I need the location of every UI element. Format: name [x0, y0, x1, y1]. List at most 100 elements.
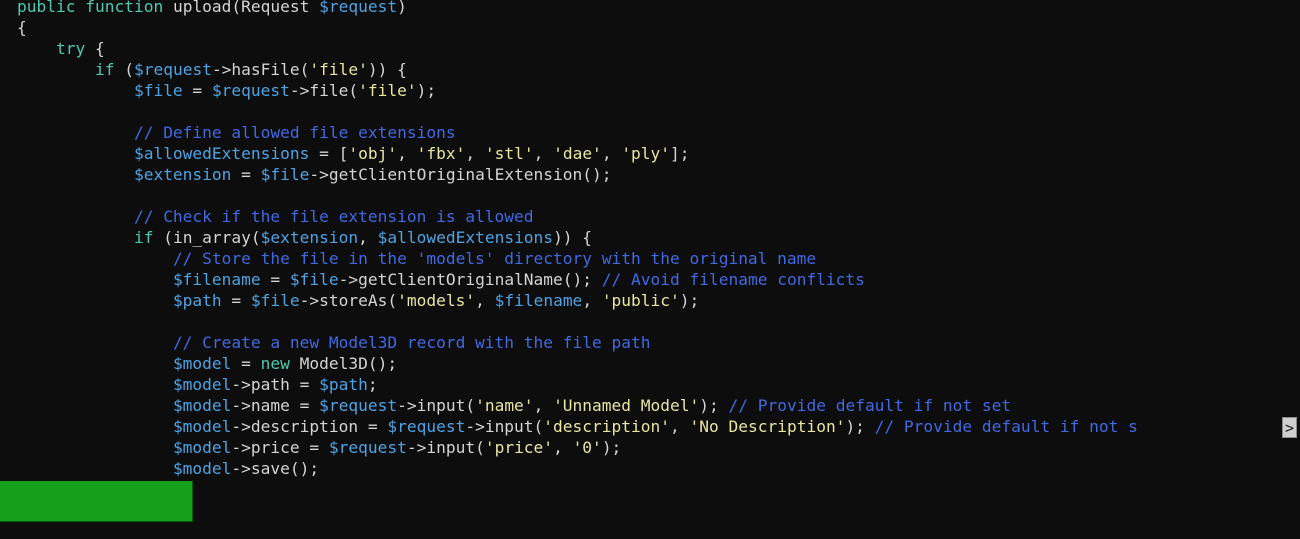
code-token-pln	[17, 417, 173, 436]
line-overflow-cursor-icon: >	[1282, 417, 1297, 438]
code-token-var: $file	[250, 291, 300, 310]
code-token-pln: )	[397, 0, 407, 16]
code-token-var: $path	[319, 375, 368, 394]
code-token-pln: );	[679, 291, 700, 310]
code-token-pln	[17, 270, 173, 289]
code-line[interactable]: $extension = $file->getClientOriginalExt…	[0, 164, 1300, 185]
code-token-com: // Provide default if not set	[728, 396, 1012, 415]
code-token-pln: ,	[533, 396, 554, 415]
code-token-var: $request	[319, 396, 398, 415]
code-token-var: $model	[172, 396, 232, 415]
code-editor-screen: public function upload(Request $request)…	[0, 0, 1300, 539]
code-token-pln: ,	[553, 438, 573, 457]
code-token-kw: public	[17, 0, 76, 16]
code-token-pln: ->save();	[231, 459, 320, 478]
code-token-pln: ->getClientOriginalExtension();	[309, 165, 612, 184]
code-line[interactable]	[0, 101, 1300, 122]
code-token-pln: =	[260, 270, 290, 289]
code-surface[interactable]: public function upload(Request $request)…	[0, 0, 1300, 535]
code-token-pln: ,	[358, 228, 378, 247]
code-token-pln: ->price =	[231, 438, 329, 457]
code-token-kw: new	[260, 354, 290, 373]
code-line[interactable]: $model->save();	[0, 458, 1300, 479]
code-token-pln: ->getClientOriginalName();	[338, 270, 602, 289]
code-token-pln: ,	[465, 144, 485, 163]
code-line[interactable]: $model->description = $request->input('d…	[0, 416, 1300, 437]
code-token-pln: =	[221, 291, 251, 310]
code-token-com: // Create a new Model3D record with the …	[172, 333, 651, 352]
code-line[interactable]	[0, 500, 1300, 521]
code-token-str: 'models'	[397, 291, 476, 310]
code-token-str: 'stl'	[484, 144, 534, 163]
code-token-var: $request	[328, 438, 407, 457]
code-token-var: $extension	[133, 165, 232, 184]
code-token-pln: ,	[582, 291, 602, 310]
code-token-pln	[17, 207, 134, 226]
code-line[interactable]: // Define allowed file extensions	[0, 122, 1300, 143]
green-highlight-block[interactable]	[0, 481, 193, 522]
code-token-kw: function	[85, 0, 164, 16]
code-line[interactable]: $model = new Model3D();	[0, 353, 1300, 374]
code-line[interactable]: $model->name = $request->input('name', '…	[0, 395, 1300, 416]
code-line[interactable]: {	[0, 17, 1300, 38]
code-token-var: $request	[133, 60, 212, 79]
code-line[interactable]: // Check if the file extension is allowe…	[0, 206, 1300, 227]
code-line[interactable]: $filename = $file->getClientOriginalName…	[0, 269, 1300, 290]
code-token-pln	[17, 60, 95, 79]
code-line[interactable]: try {	[0, 38, 1300, 59]
code-token-pln: );	[845, 417, 875, 436]
code-token-pln	[17, 81, 134, 100]
code-token-pln: ,	[475, 291, 495, 310]
code-token-var: $model	[172, 354, 232, 373]
code-token-var: $request	[319, 0, 398, 16]
code-token-var: $file	[289, 270, 339, 289]
code-token-pln: (	[114, 60, 134, 79]
code-token-pln: ,	[670, 417, 690, 436]
code-token-pln: upload(Request	[163, 0, 320, 16]
code-token-pln: ,	[601, 144, 622, 163]
code-token-str: 'Unnamed Model'	[553, 396, 700, 415]
code-token-str: 'price'	[484, 438, 554, 457]
code-token-com: // Check if the file extension is allowe…	[133, 207, 534, 226]
code-line[interactable]: if (in_array($extension, $allowedExtensi…	[0, 227, 1300, 248]
code-token-pln: ->input(	[406, 438, 485, 457]
code-token-pln	[17, 123, 134, 142]
code-line[interactable]: $model->path = $path;	[0, 374, 1300, 395]
code-token-var: $model	[172, 438, 232, 457]
code-line[interactable]: // Store the file in the 'models' direct…	[0, 248, 1300, 269]
code-token-str: 'fbx'	[416, 144, 466, 163]
code-token-var: $allowedExtensions	[133, 144, 310, 163]
code-token-str: 'ply'	[621, 144, 671, 163]
code-line[interactable]: $model->price = $request->input('price',…	[0, 437, 1300, 458]
code-token-var: $request	[211, 81, 290, 100]
code-line[interactable]: if ($request->hasFile('file')) {	[0, 59, 1300, 80]
code-token-pln: {	[85, 39, 105, 58]
code-token-var: $file	[133, 81, 183, 100]
code-token-pln: ->file(	[289, 81, 359, 100]
code-token-pln: ->storeAs(	[299, 291, 398, 310]
code-line[interactable]: public function upload(Request $request)	[0, 0, 1300, 17]
code-token-pln	[17, 39, 56, 58]
code-line[interactable]	[0, 479, 1300, 500]
code-line[interactable]: $file = $request->file('file');	[0, 80, 1300, 101]
code-token-var: $path	[172, 291, 222, 310]
code-token-kw: if	[94, 60, 115, 79]
code-token-pln	[17, 396, 173, 415]
code-token-kw: if	[133, 228, 154, 247]
code-token-str: 'file'	[358, 81, 417, 100]
code-line[interactable]	[0, 311, 1300, 332]
code-token-str: 'name'	[475, 396, 534, 415]
code-token-var: $extension	[260, 228, 359, 247]
code-line[interactable]: // Create a new Model3D record with the …	[0, 332, 1300, 353]
code-line[interactable]: $allowedExtensions = ['obj', 'fbx', 'stl…	[0, 143, 1300, 164]
code-token-pln: ];	[670, 144, 690, 163]
code-token-pln: ->hasFile(	[211, 60, 310, 79]
code-token-str: 'No Description'	[689, 417, 846, 436]
code-token-pln: )) {	[553, 228, 593, 247]
code-token-pln: ->description =	[231, 417, 388, 436]
code-line[interactable]: $path = $file->storeAs('models', $filena…	[0, 290, 1300, 311]
code-token-pln: ->name =	[231, 396, 320, 415]
code-token-pln	[17, 165, 134, 184]
code-token-pln: =	[231, 165, 261, 184]
code-line[interactable]	[0, 185, 1300, 206]
